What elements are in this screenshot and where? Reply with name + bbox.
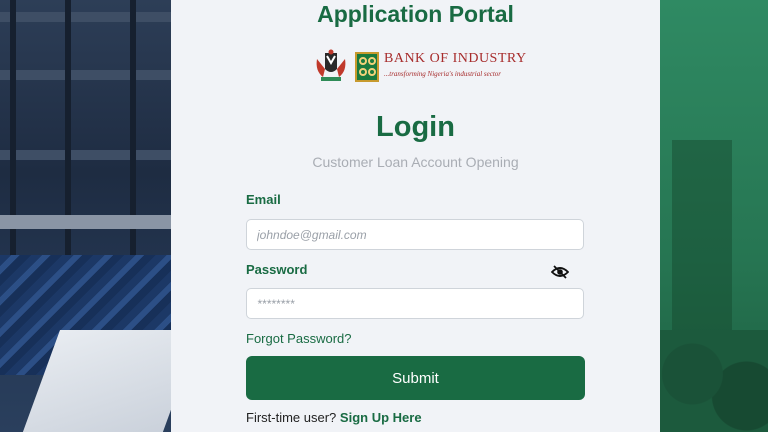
bank-logo-icon xyxy=(355,52,379,82)
eye-slash-icon[interactable] xyxy=(551,264,569,280)
email-label: Email xyxy=(246,192,281,207)
submit-button[interactable]: Submit xyxy=(246,356,585,400)
login-card: Application Portal BANK OF INDUSTRY ...t… xyxy=(171,0,660,432)
bank-tagline: ...transforming Nigeria's industrial sec… xyxy=(384,70,502,78)
bank-name: BANK OF INDUSTRY xyxy=(384,51,527,66)
password-label: Password xyxy=(246,262,308,277)
left-background-image xyxy=(0,0,171,432)
email-field[interactable] xyxy=(246,219,584,250)
forgot-password-link[interactable]: Forgot Password? xyxy=(246,331,352,346)
app-title: Application Portal xyxy=(317,1,514,27)
password-field[interactable] xyxy=(246,288,584,319)
bank-logo-row: BANK OF INDUSTRY ...transforming Nigeria… xyxy=(313,49,533,85)
first-time-text: First-time user? xyxy=(246,410,337,425)
signup-prompt: First-time user? Sign Up Here xyxy=(246,410,422,425)
right-background-image xyxy=(660,0,768,432)
coat-of-arms-icon xyxy=(316,49,346,81)
page-title: Login xyxy=(376,111,455,143)
signup-link[interactable]: Sign Up Here xyxy=(340,410,422,425)
page-subtitle: Customer Loan Account Opening xyxy=(312,154,519,170)
